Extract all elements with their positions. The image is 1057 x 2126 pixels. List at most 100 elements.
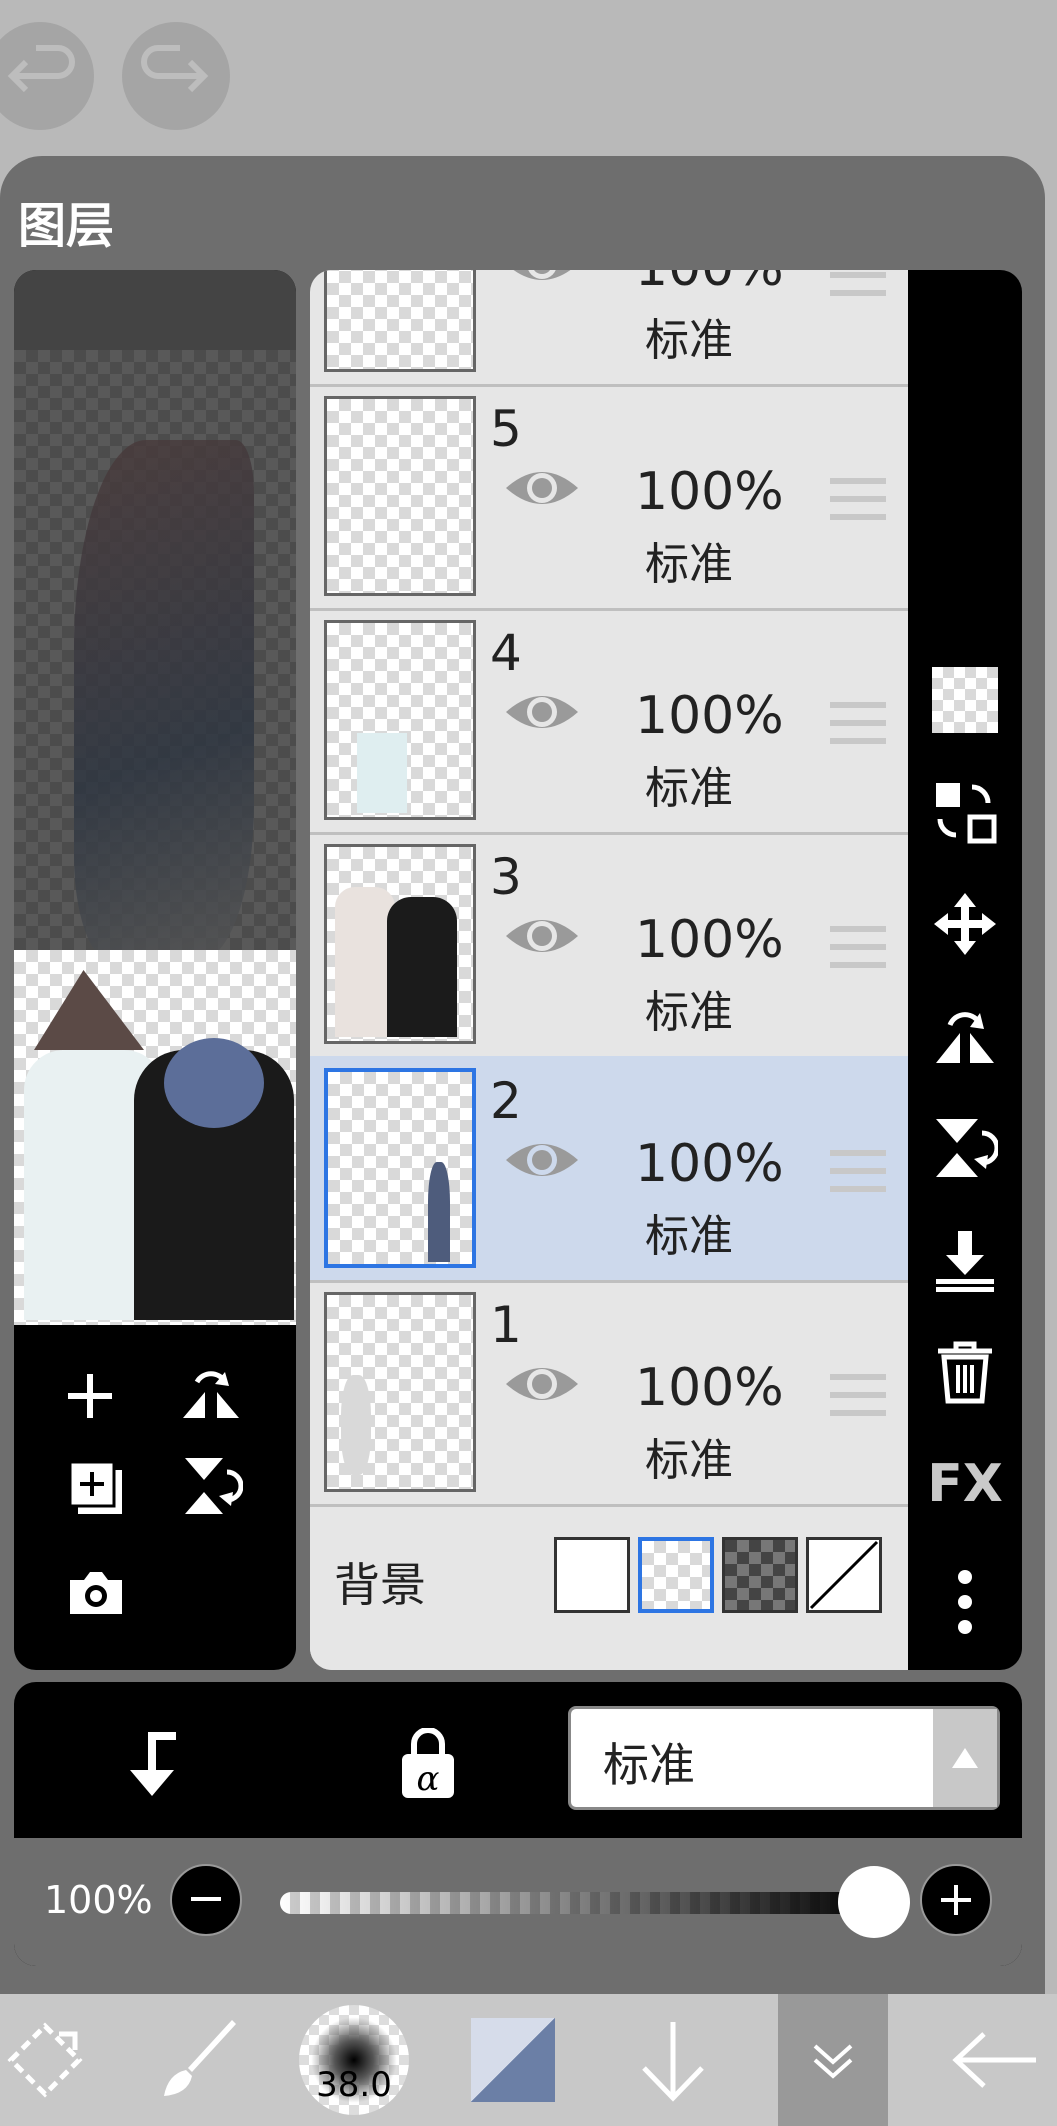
preview-hat-shape [74,440,254,960]
eye-icon[interactable] [502,270,582,290]
eye-icon[interactable] [502,686,582,738]
undo-button[interactable] [0,22,94,130]
blend-mode-value: 标准 [603,1738,695,1792]
opacity-value: 100% [44,1878,153,1922]
redo-button[interactable] [122,22,230,130]
alpha-lock-icon: α [402,1727,454,1799]
back-button[interactable] [940,1994,1050,2126]
arrow-left-icon [952,2032,1036,2088]
alpha-lock-button[interactable]: α [398,1727,458,1804]
layer-thumbnail [324,270,476,372]
layer-row-selected[interactable]: 2 100% 标准 [310,1056,908,1283]
layer-row[interactable]: 3 100% 标准 [310,832,908,1059]
clipping-icon [130,1732,176,1796]
camera-button[interactable] [66,1566,126,1622]
panel-title: 图层 [18,198,115,254]
brush-size-button[interactable]: 38.0 [296,1994,412,2126]
layer-name: 3 [490,848,522,906]
canvas-preview-column [14,270,296,1670]
fx-button[interactable]: FX [908,1434,1022,1534]
opacity-increase-button[interactable] [920,1864,992,1936]
background-row: 背景 [310,1507,908,1670]
eye-icon[interactable] [502,462,582,514]
plus-icon [68,1374,112,1418]
blend-mode-select[interactable]: 标准 [568,1706,1000,1810]
navigator-thumbnail[interactable] [14,950,296,1325]
blend-mode-dropdown-button[interactable] [933,1709,997,1807]
opacity-slider-track[interactable] [280,1892,880,1914]
delete-layer-button[interactable] [908,1322,1022,1422]
layer-list[interactable]: 100% 标准 5 100% 标准 4 100% 标准 3 100% 标准 2 … [310,270,908,1670]
transform-tool-button[interactable] [0,1994,90,2126]
drag-handle-icon[interactable] [830,478,886,532]
flip-vertical-button[interactable] [908,1098,1022,1198]
move-icon [934,893,996,955]
layer-row[interactable]: 4 100% 标准 [310,608,908,835]
collapse-panel-button[interactable] [778,1994,888,2126]
flip-horizontal-icon [936,1012,994,1063]
layer-thumbnail [324,1068,476,1268]
drag-handle-icon[interactable] [830,1374,886,1428]
bottom-toolbar: 38.0 [0,1994,1057,2126]
opacity-bar: 100% [14,1838,1022,1966]
add-layer-button[interactable] [64,1370,116,1426]
duplicate-layer-button[interactable] [66,1458,126,1522]
layer-row[interactable]: 100% 标准 [310,270,908,387]
layer-blend-mode: 标准 [645,1435,733,1486]
layer-swap-button[interactable] [908,762,1022,862]
drag-handle-icon[interactable] [830,926,886,980]
layer-name: 4 [490,624,522,682]
drag-handle-icon[interactable] [830,1150,886,1204]
eye-icon[interactable] [502,1134,582,1186]
drag-handle-icon[interactable] [830,702,886,756]
trash-icon [938,1341,992,1404]
svg-text:α: α [417,1759,440,1799]
checker-button[interactable] [908,650,1022,750]
duplicate-icon [68,1460,122,1514]
opacity-decrease-button[interactable] [170,1864,242,1936]
clipping-button[interactable] [122,1730,182,1804]
opacity-slider-thumb[interactable] [838,1866,910,1938]
layer-blend-mode: 标准 [645,1211,733,1262]
flip-layer-horizontal-button[interactable] [179,1362,243,1430]
color-swatch [471,2018,555,2102]
eye-icon[interactable] [502,1358,582,1410]
layer-name: 1 [490,1296,522,1354]
move-button[interactable] [908,874,1022,974]
triangle-up-icon [952,1748,978,1768]
layer-thumbnail [324,396,476,596]
drag-handle-icon[interactable] [830,270,886,308]
more-icon [958,1570,972,1634]
more-button[interactable] [908,1552,1022,1652]
eye-icon[interactable] [502,910,582,962]
background-label: 背景 [334,1558,426,1612]
layer-thumbnail [324,1292,476,1492]
layer-opacity: 100% [635,1358,784,1418]
minus-icon [191,1897,221,1901]
preview-top-strip [14,270,296,350]
merge-down-button[interactable] [908,1210,1022,1310]
flip-horizontal-button[interactable] [908,986,1022,1086]
flip-layer-vertical-button[interactable] [179,1454,244,1522]
transform-icon [7,2022,83,2098]
layer-blend-mode: 标准 [645,315,733,366]
hat-figure [34,970,144,1050]
bg-swatch-white[interactable] [554,1537,630,1613]
color-button[interactable] [468,1994,558,2126]
brush-tool-button[interactable] [150,1994,250,2126]
layer-blend-mode: 标准 [645,763,733,814]
redo-icon [141,45,209,93]
brush-size-preview: 38.0 [299,2005,409,2115]
layer-row[interactable]: 1 100% 标准 [310,1280,908,1507]
layer-opacity: 100% [635,462,784,522]
layer-down-button[interactable] [628,1994,718,2126]
layer-swap-icon [936,783,997,844]
bg-swatch-transparent[interactable] [638,1537,714,1613]
bg-swatch-dark[interactable] [722,1537,798,1613]
plus-icon [941,1885,971,1915]
arrow-down-icon [642,2022,704,2102]
layer-opacity: 100% [635,910,784,970]
brush-icon [164,2020,236,2096]
layer-row[interactable]: 5 100% 标准 [310,384,908,611]
bg-swatch-none[interactable] [806,1537,882,1613]
